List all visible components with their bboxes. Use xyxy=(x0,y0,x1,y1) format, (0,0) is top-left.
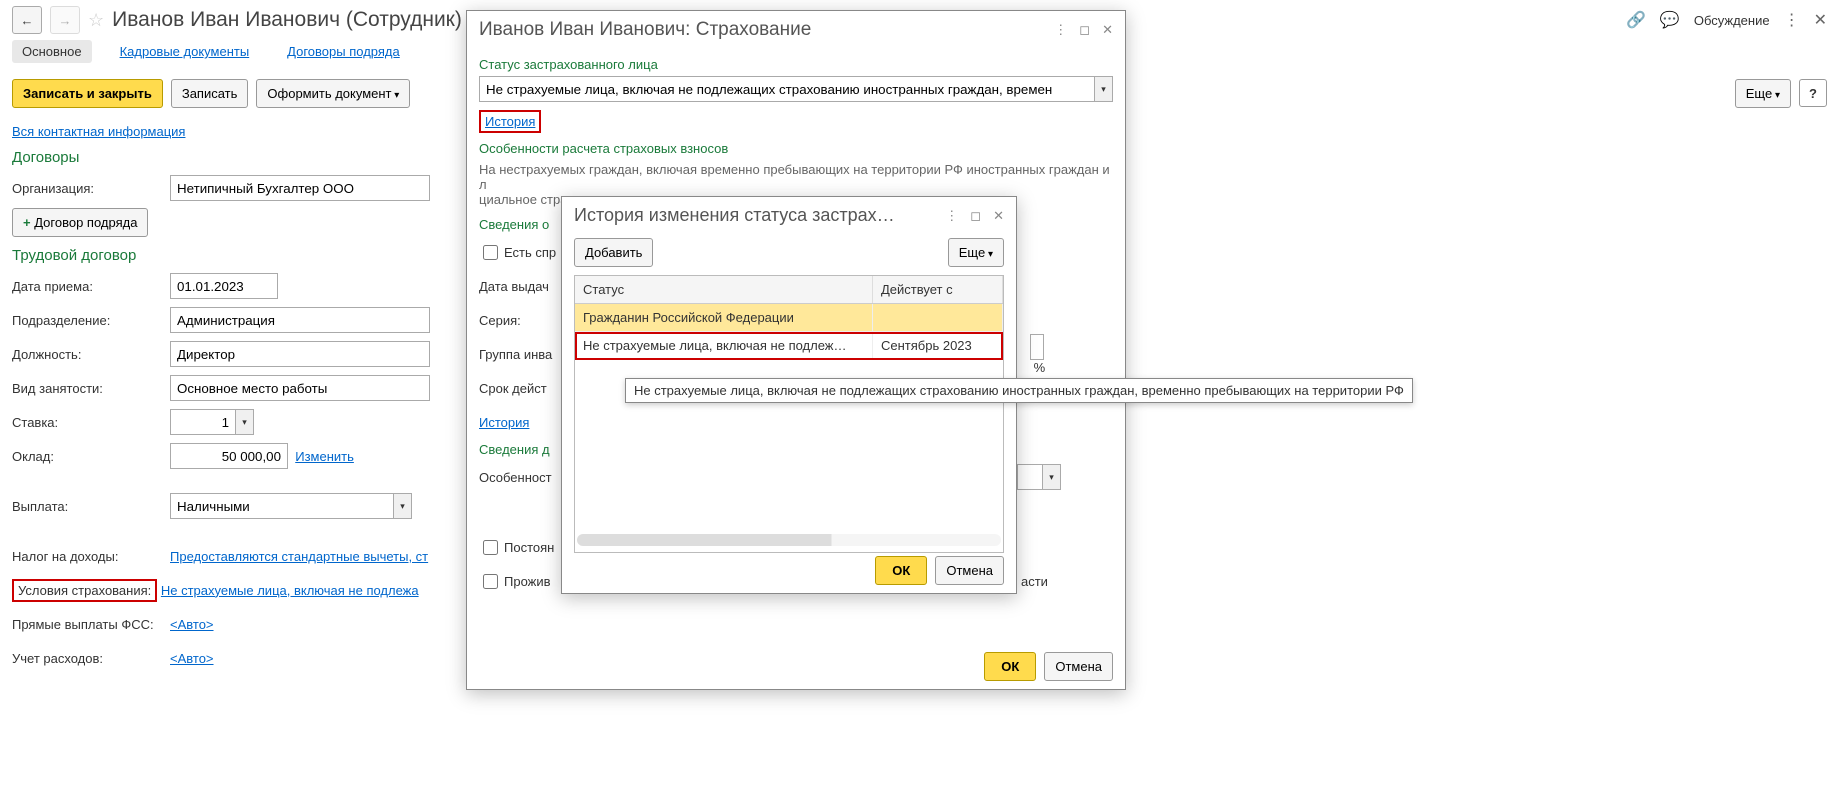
validity-label: Срок дейст xyxy=(479,381,547,396)
help-button[interactable]: ? xyxy=(1799,79,1827,107)
dept-label: Подразделение: xyxy=(12,313,170,328)
nav-forward-button[interactable]: → xyxy=(50,6,80,34)
payment-label: Выплата: xyxy=(12,499,170,514)
more-menu-icon[interactable]: ⋮ xyxy=(1784,10,1800,30)
expenses-auto-link[interactable]: <Авто> xyxy=(170,651,214,666)
add-contract-button[interactable]: + Договор подряда xyxy=(12,208,148,237)
tab-contracts[interactable]: Договоры подряда xyxy=(277,40,410,63)
history-ok-button[interactable]: ОК xyxy=(875,556,927,585)
save-button[interactable]: Записать xyxy=(171,79,249,108)
status-section-label: Статус застрахованного лица xyxy=(479,57,1113,72)
history-link[interactable]: История xyxy=(485,114,535,129)
calc-section-label: Особенности расчета страховых взносов xyxy=(479,141,1113,156)
rate-input[interactable] xyxy=(170,409,236,435)
panel-close-icon[interactable]: ✕ xyxy=(1102,22,1113,38)
has-cert-label: Есть спр xyxy=(504,245,556,260)
emp-type-input[interactable] xyxy=(170,375,430,401)
row2-date: Сентябрь 2023 xyxy=(873,332,1003,359)
calc-text: На нестрахуемых граждан, включая временн… xyxy=(479,162,1113,192)
insured-status-input[interactable] xyxy=(479,76,1095,102)
insurance-link[interactable]: Не страхуемые лица, включая не подлежа xyxy=(161,583,419,598)
emp-type-label: Вид занятости: xyxy=(12,381,170,396)
col-status-header[interactable]: Статус xyxy=(575,276,873,303)
panel-maximize-icon[interactable]: ◻ xyxy=(1079,22,1090,38)
tax-link[interactable]: Предоставляются стандартные вычеты, ст xyxy=(170,549,428,564)
row1-status: Гражданин Российской Федерации xyxy=(575,304,873,331)
insured-status-dropdown-button[interactable]: ▾ xyxy=(1095,76,1113,102)
history-panel-title: История изменения статуса застрах… xyxy=(574,205,895,226)
resides-label: Прожив xyxy=(504,574,551,589)
issue-date-label: Дата выдач xyxy=(479,279,549,294)
history-link-2[interactable]: История xyxy=(479,415,529,430)
tax-label: Налог на доходы: xyxy=(12,549,170,564)
discussion-label[interactable]: Обсуждение xyxy=(1694,13,1770,28)
features-dropdown-button[interactable]: ▾ xyxy=(1043,464,1061,490)
has-cert-checkbox[interactable] xyxy=(483,245,498,260)
insurance-panel-title: Иванов Иван Иванович: Страхование xyxy=(479,19,811,41)
percent-label: % xyxy=(1034,360,1046,375)
permanent-checkbox[interactable] xyxy=(483,540,498,555)
history-close-icon[interactable]: ✕ xyxy=(993,208,1004,224)
position-label: Должность: xyxy=(12,347,170,362)
org-input[interactable] xyxy=(170,175,430,201)
fss-auto-link[interactable]: <Авто> xyxy=(170,617,214,632)
panel1-ok-button[interactable]: ОК xyxy=(984,652,1036,681)
resides-checkbox[interactable] xyxy=(483,574,498,589)
all-contact-link[interactable]: Вся контактная информация xyxy=(12,124,185,139)
history-cancel-button[interactable]: Отмена xyxy=(935,556,1004,585)
nav-back-button[interactable]: ← xyxy=(12,6,42,34)
rate-label: Ставка: xyxy=(12,415,170,430)
table-row[interactable]: Гражданин Российской Федерации xyxy=(575,304,1003,332)
inv-group-label: Группа инва xyxy=(479,347,552,362)
payment-dropdown-button[interactable]: ▾ xyxy=(394,493,412,519)
col-date-header[interactable]: Действует с xyxy=(873,276,1003,303)
page-title: Иванов Иван Иванович (Сотрудник) xyxy=(112,8,462,32)
create-document-button[interactable]: Оформить документ xyxy=(256,79,410,108)
add-row-button[interactable]: Добавить xyxy=(574,238,653,267)
tab-main[interactable]: Основное xyxy=(12,40,92,63)
hire-date-label: Дата приема: xyxy=(12,279,170,294)
tooltip: Не страхуемые лица, включая не подлежащи… xyxy=(625,378,1413,403)
tab-hr-docs[interactable]: Кадровые документы xyxy=(110,40,260,63)
hire-date-input[interactable] xyxy=(170,273,278,299)
inv-group-input[interactable] xyxy=(1030,334,1044,360)
change-salary-link[interactable]: Изменить xyxy=(295,449,354,464)
panel-menu-icon[interactable]: ⋮ xyxy=(1054,22,1067,38)
history-maximize-icon[interactable]: ◻ xyxy=(970,208,981,224)
more-button[interactable]: Еще xyxy=(1735,79,1791,108)
fss-label: Прямые выплаты ФСС: xyxy=(12,617,170,632)
history-menu-icon[interactable]: ⋮ xyxy=(945,208,958,224)
salary-label: Оклад: xyxy=(12,449,170,464)
rate-dropdown-button[interactable]: ▾ xyxy=(236,409,254,435)
history-table: Статус Действует с Гражданин Российской … xyxy=(574,275,1004,553)
discussion-icon[interactable]: 💬 xyxy=(1660,10,1680,30)
row1-date xyxy=(873,304,1003,331)
expenses-label: Учет расходов: xyxy=(12,651,170,666)
save-close-button[interactable]: Записать и закрыть xyxy=(12,79,163,108)
features-input[interactable] xyxy=(1017,464,1043,490)
panel1-cancel-button[interactable]: Отмена xyxy=(1044,652,1113,681)
horizontal-scrollbar[interactable] xyxy=(577,534,1001,546)
row2-status: Не страхуемые лица, включая не подлеж… xyxy=(575,332,873,359)
features-label: Особенност xyxy=(479,470,552,485)
permanent-label: Постоян xyxy=(504,540,554,555)
link-icon[interactable]: 🔗 xyxy=(1626,10,1646,30)
position-input[interactable] xyxy=(170,341,430,367)
org-label: Организация: xyxy=(12,181,170,196)
dept-input[interactable] xyxy=(170,307,430,333)
close-icon[interactable]: ✕ xyxy=(1814,10,1827,30)
favorite-icon[interactable]: ☆ xyxy=(88,10,104,31)
resides-tail: асти xyxy=(1021,574,1048,589)
payment-input[interactable] xyxy=(170,493,394,519)
table-row[interactable]: Не страхуемые лица, включая не подлеж… С… xyxy=(575,332,1003,360)
history-more-button[interactable]: Еще xyxy=(948,238,1004,267)
series-label: Серия: xyxy=(479,313,521,328)
salary-input[interactable] xyxy=(170,443,288,469)
insurance-label: Условия страхования: xyxy=(18,583,151,598)
